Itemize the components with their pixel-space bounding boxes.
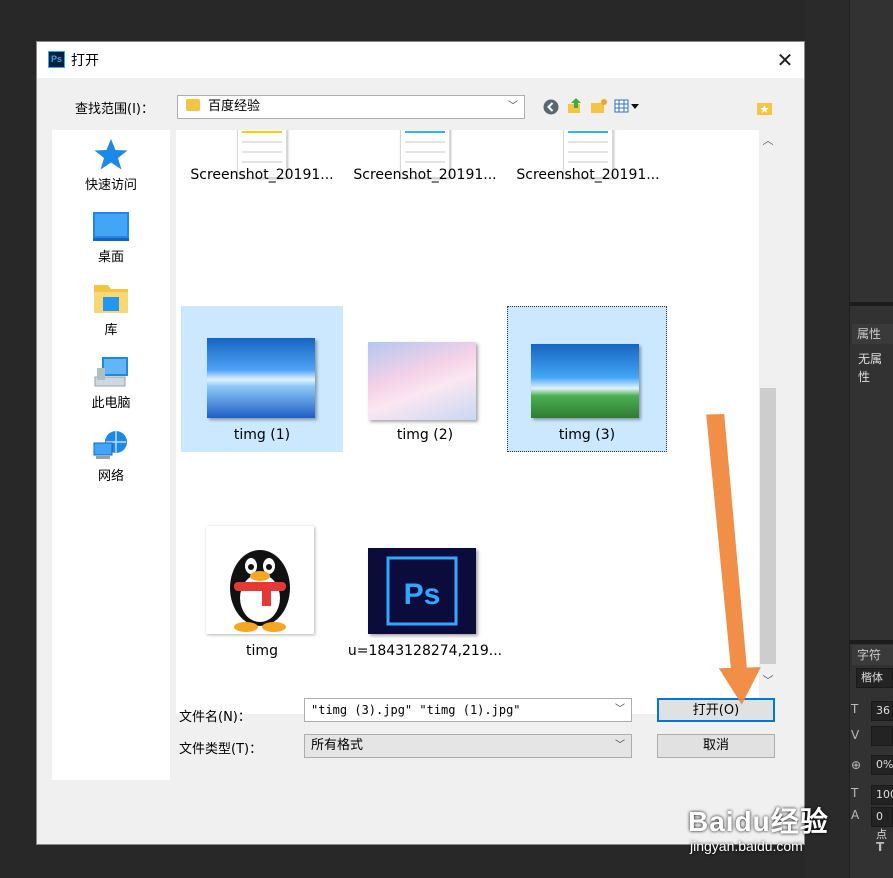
- file-item[interactable]: Screenshot_20191...: [181, 130, 343, 230]
- close-icon: ✕: [776, 48, 794, 72]
- place-this-pc[interactable]: 此电脑: [52, 356, 170, 411]
- vertical-scrollbar[interactable]: ︿ ﹀: [759, 130, 777, 714]
- look-in-combobox[interactable]: 百度经验 ﹀: [177, 95, 525, 119]
- file-name: Screenshot_20191...: [190, 167, 334, 183]
- place-label: 网络: [97, 469, 124, 484]
- look-in-label: 查找范围(I)：: [75, 102, 154, 117]
- library-icon: [92, 283, 130, 315]
- font-size-icon: T: [851, 702, 859, 716]
- cancel-button[interactable]: 取消: [657, 734, 775, 758]
- place-libraries[interactable]: 库: [52, 283, 170, 338]
- star-icon: [92, 138, 130, 170]
- svg-text:Ps: Ps: [404, 578, 441, 611]
- open-button[interactable]: 打开(O): [657, 698, 775, 722]
- back-button[interactable]: [542, 98, 560, 116]
- baseline-shift-icon: A: [851, 808, 860, 822]
- place-label: 此电脑: [91, 396, 131, 411]
- ps-tracking-input[interactable]: 0%: [871, 755, 893, 775]
- chevron-down-icon: ﹀: [615, 740, 625, 751]
- back-arrow-icon: [543, 99, 559, 115]
- filetype-value: 所有格式: [311, 738, 364, 753]
- file-name: timg: [246, 643, 278, 659]
- place-desktop[interactable]: 桌面: [52, 210, 170, 265]
- file-name: timg (1): [233, 427, 291, 443]
- scrollbar-thumb[interactable]: [760, 388, 776, 664]
- file-item[interactable]: Ps u=1843128274,219...: [344, 522, 506, 668]
- view-menu-button[interactable]: [614, 97, 642, 115]
- ps-panel-divider: [849, 640, 893, 644]
- ps-kerning-input[interactable]: [871, 726, 893, 746]
- photoshop-logo-thumbnail: Ps: [368, 548, 476, 634]
- pastel-sky-thumbnail: [368, 342, 476, 420]
- filename-input[interactable]: "timg (3).jpg" "timg (1).jpg" ﹀: [304, 698, 632, 722]
- places-bar: 快速访问 桌面 库 此电脑 网络: [52, 130, 170, 780]
- file-item[interactable]: timg (2): [344, 306, 506, 452]
- file-item[interactable]: timg (3): [507, 306, 667, 452]
- dialog-titlebar: Ps 打开 ✕: [37, 42, 804, 78]
- ps-font-family-select[interactable]: 楷体: [856, 668, 893, 688]
- filetype-select[interactable]: 所有格式 ﹀: [304, 734, 632, 758]
- file-item[interactable]: timg: [181, 522, 343, 668]
- ps-right-panel: [849, 0, 893, 878]
- file-item[interactable]: Screenshot_20191...: [507, 130, 669, 230]
- file-name: Screenshot_20191...: [516, 167, 660, 183]
- grassland-sky-thumbnail: [531, 344, 639, 418]
- ps-panel-divider: [849, 302, 893, 306]
- baidu-watermark: Baidu经验: [688, 806, 829, 837]
- photoshop-app-icon: Ps: [48, 51, 65, 68]
- file-item[interactable]: Screenshot_20191...: [344, 130, 506, 230]
- faux-bold-icon[interactable]: T: [876, 840, 884, 854]
- filename-value: "timg (3).jpg" "timg (1).jpg": [311, 703, 521, 717]
- filetype-label: 文件类型(T)：: [179, 742, 263, 757]
- file-list-view[interactable]: Screenshot_20191... Screenshot_20191... …: [176, 130, 759, 714]
- ps-character-tab[interactable]: 字符: [852, 645, 893, 665]
- close-button[interactable]: ✕: [770, 44, 800, 76]
- sky-reflection-thumbnail: [207, 338, 315, 418]
- chevron-down-icon: ﹀: [508, 101, 518, 112]
- file-item[interactable]: timg (1): [181, 306, 343, 452]
- filename-label: 文件名(N)：: [179, 710, 251, 725]
- tracking-icon: ⊕: [851, 758, 862, 772]
- favorites-folder-button[interactable]: [756, 99, 774, 117]
- desktop-icon: [92, 210, 130, 242]
- place-quick-access[interactable]: 快速访问: [52, 138, 170, 193]
- ps-workspace-strip: [805, 0, 849, 878]
- view-grid-icon: [614, 99, 639, 113]
- vertical-scale-icon: T: [851, 786, 859, 800]
- computer-icon: [92, 356, 130, 388]
- new-folder-icon: [591, 99, 607, 113]
- look-in-value: 百度经验: [208, 99, 261, 114]
- qq-penguin-thumbnail: [206, 526, 314, 634]
- ps-no-properties-label: 无属性: [858, 352, 883, 384]
- place-label: 库: [104, 323, 118, 338]
- new-folder-button[interactable]: [590, 97, 608, 115]
- kerning-icon: V: [851, 728, 860, 742]
- file-name: timg (2): [396, 427, 454, 443]
- dialog-title: 打开: [71, 53, 99, 69]
- place-label: 桌面: [97, 250, 124, 265]
- place-label: 快速访问: [84, 178, 137, 193]
- place-network[interactable]: 网络: [52, 429, 170, 484]
- file-name: timg (3): [558, 427, 616, 443]
- ps-properties-tab[interactable]: 属性: [852, 324, 893, 344]
- file-name: Screenshot_20191...: [353, 167, 497, 183]
- scroll-down-icon[interactable]: ﹀: [759, 672, 777, 690]
- ps-baseline-input[interactable]: 0 点: [871, 807, 893, 841]
- chevron-down-icon[interactable]: ﹀: [613, 699, 627, 721]
- open-file-dialog: Ps 打开 ✕ 查找范围(I)： 百度经验 ﹀ 快速访问 桌面 库 此电脑 网络…: [36, 41, 805, 845]
- scroll-up-icon[interactable]: ︿: [759, 132, 777, 150]
- ps-scale-input[interactable]: 100: [871, 785, 893, 805]
- folder-icon: [186, 99, 200, 111]
- up-folder-button[interactable]: [566, 97, 584, 115]
- watermark-url: jingyan.baidu.com: [690, 838, 803, 854]
- file-name: u=1843128274,219...: [347, 643, 503, 659]
- up-one-level-icon: [568, 98, 581, 113]
- network-icon: [92, 429, 130, 461]
- ps-font-size-input[interactable]: 36 p: [871, 701, 893, 735]
- star-folder-icon: [757, 103, 772, 115]
